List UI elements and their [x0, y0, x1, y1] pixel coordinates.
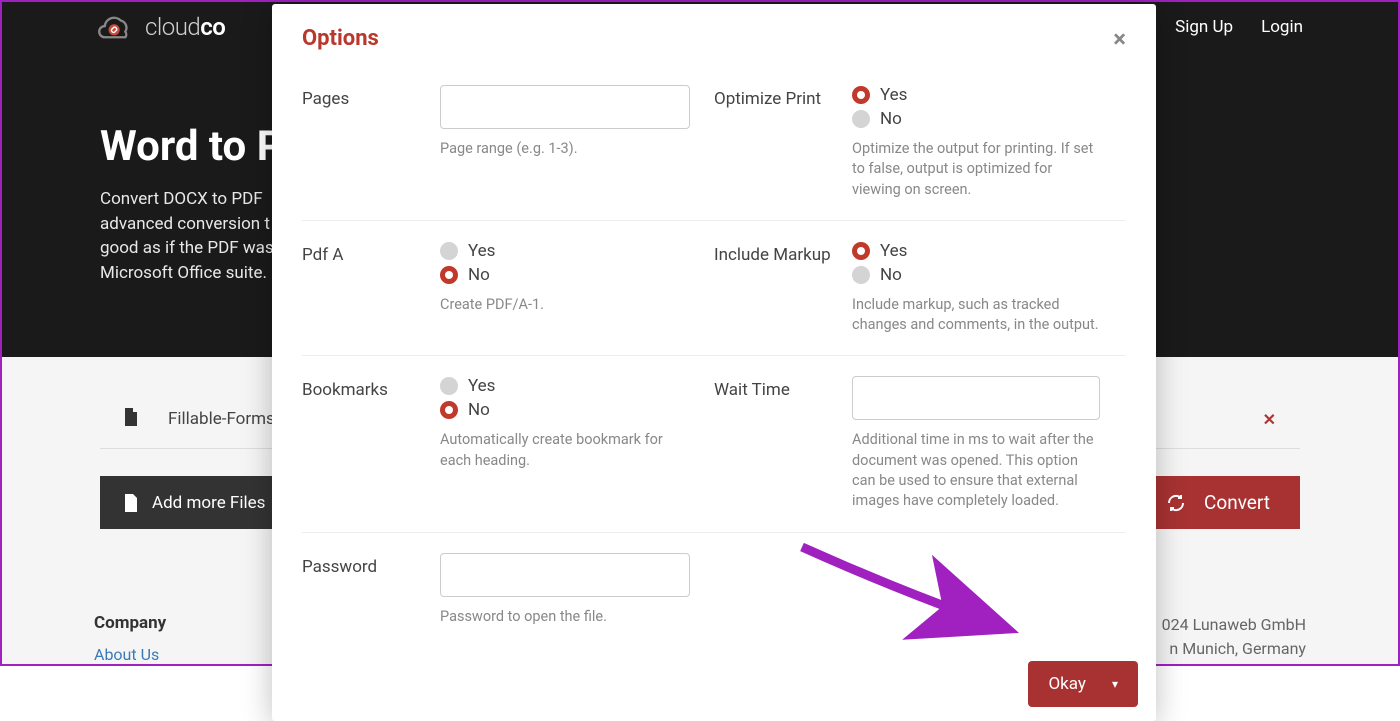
convert-button[interactable]: Convert: [1136, 476, 1300, 529]
radio-unselected-icon: [852, 266, 870, 284]
hint-pdfa: Create PDF/A-1.: [440, 295, 690, 315]
nav-signup[interactable]: Sign Up: [1175, 17, 1233, 37]
radio-unselected-icon: [852, 110, 870, 128]
password-input[interactable]: [440, 553, 690, 597]
close-icon[interactable]: ×: [1113, 27, 1126, 51]
hint-password: Password to open the file.: [440, 607, 690, 627]
radio-unselected-icon: [440, 377, 458, 395]
hint-pages: Page range (e.g. 1-3).: [440, 139, 690, 159]
radio-pdfa-yes[interactable]: Yes: [440, 241, 714, 261]
radio-bookmarks-yes[interactable]: Yes: [440, 376, 714, 396]
radio-pdfa-no[interactable]: No: [440, 265, 714, 285]
footer-copyright: 024 Lunaweb GmbH n Munich, Germany: [1162, 613, 1306, 664]
label-password: Password: [302, 553, 422, 627]
label-pages: Pages: [302, 85, 422, 200]
radio-optimize-yes[interactable]: Yes: [852, 85, 1126, 105]
nav-login[interactable]: Login: [1261, 17, 1303, 37]
radio-unselected-icon: [440, 242, 458, 260]
hint-bookmarks: Automatically create bookmark for each h…: [440, 430, 690, 471]
radio-selected-icon: [440, 266, 458, 284]
radio-bookmarks-no[interactable]: No: [440, 400, 714, 420]
cloud-icon: [97, 13, 135, 41]
radio-markup-yes[interactable]: Yes: [852, 241, 1126, 261]
hint-markup: Include markup, such as tracked changes …: [852, 295, 1102, 336]
label-include-markup: Include Markup: [714, 241, 834, 336]
document-icon: [124, 408, 140, 430]
footer-column-company: Company About Us: [94, 613, 166, 664]
radio-markup-no[interactable]: No: [852, 265, 1126, 285]
chevron-down-icon: ▾: [1112, 677, 1118, 691]
modal-header: Options ×: [272, 4, 1156, 65]
options-modal: Options × Pages Page range (e.g. 1-3). O…: [272, 4, 1156, 721]
wait-time-input[interactable]: [852, 376, 1100, 420]
footer-heading: Company: [94, 613, 166, 633]
label-bookmarks: Bookmarks: [302, 376, 422, 511]
header-nav: Sign Up Login: [1175, 17, 1303, 37]
radio-selected-icon: [440, 401, 458, 419]
refresh-icon: [1166, 493, 1186, 513]
file-name: Fillable-Forms-: [168, 409, 280, 429]
add-more-files-button[interactable]: Add more Files: [100, 476, 289, 529]
brand-name: cloudco: [145, 13, 225, 41]
radio-selected-icon: [852, 86, 870, 104]
file-plus-icon: [124, 494, 138, 512]
brand-logo[interactable]: cloudco: [97, 13, 225, 41]
radio-optimize-no[interactable]: No: [852, 109, 1126, 129]
pages-input[interactable]: [440, 85, 690, 129]
modal-title: Options: [302, 26, 379, 51]
modal-footer: Okay ▾: [272, 647, 1156, 721]
label-pdfa: Pdf A: [302, 241, 422, 336]
label-optimize-print: Optimize Print: [714, 85, 834, 200]
footer-link-about[interactable]: About Us: [94, 645, 166, 664]
hint-optimize: Optimize the output for printing. If set…: [852, 139, 1102, 200]
hint-wait: Additional time in ms to wait after the …: [852, 430, 1102, 511]
modal-body: Pages Page range (e.g. 1-3). Optimize Pr…: [272, 65, 1156, 647]
okay-button[interactable]: Okay ▾: [1028, 661, 1138, 707]
remove-file-button[interactable]: ✕: [1263, 410, 1276, 429]
radio-selected-icon: [852, 242, 870, 260]
label-wait-time: Wait Time: [714, 376, 834, 511]
